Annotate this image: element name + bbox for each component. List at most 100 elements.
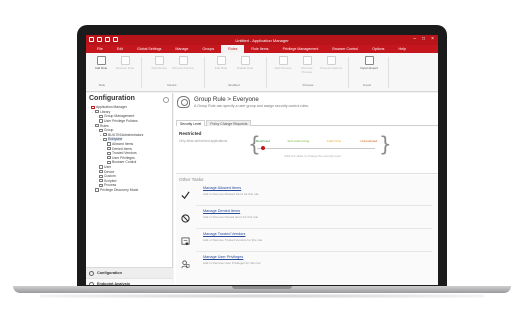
ribbon-button-label: Remove Rule (115, 66, 135, 70)
page-subtitle: A Group Rule can specify a user group an… (194, 104, 310, 108)
ribbon-button-label: Remove Process (301, 66, 313, 74)
task-link[interactable]: Manage Trusted Vendors (203, 232, 245, 236)
tree-node-label: Trusted Vendors (112, 151, 137, 156)
menu-item-rules[interactable]: Rules (221, 45, 245, 53)
menu-item-browser-control[interactable]: Browser Control (325, 45, 365, 53)
ribbon-button-add-rule[interactable]: Add Rule (90, 56, 112, 80)
remove-process-icon (302, 56, 312, 65)
security-level-heading: Restricted (179, 131, 202, 136)
tree-node-label: User (104, 165, 112, 170)
task-link[interactable]: Manage User Privileges (203, 255, 243, 259)
denied-items-icon (107, 147, 111, 151)
tree-node-label: Rules (100, 123, 109, 128)
security-slider-knob[interactable] (261, 146, 265, 150)
ribbon-button-process-options[interactable]: Process Options (320, 56, 342, 80)
ribbon-group-process: Process (302, 83, 314, 87)
tree-node-privilege-discovery-mode[interactable]: Privilege Discovery Mode (88, 188, 172, 193)
security-level-unrestricted[interactable]: Unrestricted (361, 139, 378, 143)
ribbon-button-remove-rule[interactable]: Remove Rule (114, 56, 136, 80)
ribbon-button-enable-rule[interactable]: Enable Rule (234, 56, 256, 80)
laptop-base-notch (232, 286, 292, 289)
config-tree: - Application Manager - Library Group Manage… (88, 105, 172, 192)
ribbon-button-import-export[interactable]: Import Export (358, 56, 380, 80)
menu-item-help[interactable]: Help (391, 45, 412, 53)
menu-item-file[interactable]: File (90, 45, 110, 53)
tree-node-label: User Privilege Policies (104, 119, 138, 124)
privilege-discovery-mode-icon (95, 188, 99, 192)
menu-item-options[interactable]: Options (365, 45, 391, 53)
left-brace-icon: { (248, 132, 261, 156)
security-level-restricted[interactable]: Restricted (256, 139, 270, 143)
page-title: Group Rule > Everyone (194, 96, 259, 103)
task-description: Add or Remove Allowed Items for this rul… (203, 192, 259, 196)
maximize-button[interactable]: □ (422, 37, 425, 42)
task-link[interactable]: Manage Denied Items (203, 209, 240, 213)
ribbon-separator (141, 57, 142, 88)
security-level-description: Only allow authorized applications (179, 139, 228, 143)
ribbon-button-label: Remove Device (172, 66, 194, 70)
add-device-icon (154, 56, 164, 65)
task-separator (196, 251, 432, 252)
task-description: Add or Remove Trusted Vendors for this r… (203, 238, 263, 242)
rules-icon (95, 124, 99, 128)
ribbon-separator (348, 57, 349, 88)
nav-options-icon[interactable] (163, 97, 169, 103)
menu-item-manage[interactable]: Manage (168, 45, 195, 53)
nav-link-label: Configuration (97, 271, 122, 275)
close-button[interactable]: × (431, 37, 434, 42)
tree-node-label: Process (104, 183, 117, 188)
window-controls: – □ × (413, 37, 434, 42)
menu-item-privilege-management[interactable]: Privilege Management (276, 45, 326, 53)
tree-node-label: User Privileges (112, 155, 135, 160)
task-manage-trusted-vendors: Manage Trusted Vendors Add or Remove Trus… (179, 230, 435, 250)
security-slider-track[interactable] (257, 148, 375, 149)
tree-node-label: Application Manager (96, 105, 127, 110)
tree-node-label: Group (104, 128, 114, 133)
minimize-button[interactable]: – (413, 37, 416, 42)
task-description: Add or Remove Denied Items for this rule (203, 215, 259, 219)
task-link[interactable]: Manage Allowed Items (203, 186, 241, 190)
ribbon-button-remove-device[interactable]: Remove Device (172, 56, 194, 80)
main-content: Group Rule > Everyone A Group Rule can s… (174, 93, 438, 285)
menu-item-groups[interactable]: Groups (195, 45, 221, 53)
add-process-icon (278, 56, 288, 65)
group-management-icon (99, 114, 103, 119)
group-icon (99, 128, 103, 132)
ribbon-button-add-process[interactable]: Add Process (272, 56, 294, 80)
security-level-self-authorizing[interactable]: Self-Authorizing (287, 139, 309, 143)
group-rule-icon (177, 96, 190, 108)
nav-link-label: Endpoint Analysis (97, 282, 130, 285)
menu-item-rule-items[interactable]: Rule Items (244, 45, 275, 53)
menu-item-edit[interactable]: Edit (110, 45, 130, 53)
security-level-audit-only[interactable]: Audit Only (327, 139, 341, 143)
remove-device-icon (178, 56, 188, 65)
certificate-icon (181, 233, 190, 246)
task-description: Add or Remove User Privileges for this r… (203, 261, 261, 265)
task-separator (196, 228, 432, 229)
other-tasks-title: Other Tasks (179, 177, 204, 182)
nav-title: Configuration (89, 95, 135, 102)
ribbon: Add Rule Remove Rule Add Device Remove Devi… (86, 53, 438, 92)
ribbon-button-label: Edit Rule (214, 66, 228, 70)
nav-link-endpoint-analysis[interactable]: Endpoint Analysis (86, 279, 173, 285)
browser-control-icon (107, 160, 111, 165)
task-separator (196, 205, 432, 206)
ribbon-group-device: Device (167, 83, 177, 87)
task-manage-allowed-items: Manage Allowed Items Add or Remove Allowe… (179, 184, 435, 204)
library-icon (95, 110, 99, 114)
navigation-pane: Configuration - Application Manager - Libra… (86, 93, 173, 285)
edit-rule-icon (216, 56, 226, 65)
nav-link-configuration[interactable]: Configuration (86, 268, 173, 279)
ribbon-button-remove-process[interactable]: Remove Process (296, 56, 318, 80)
tree-node-label: Privilege Discovery Mode (100, 187, 139, 192)
right-brace-icon: } (379, 132, 392, 156)
other-tasks-panel: Other Tasks Manage Allowed Items Add or R… (176, 175, 438, 285)
menu-item-global-settings[interactable]: Global Settings (130, 45, 168, 53)
slider-hint: Click the slider to change the security … (284, 154, 341, 158)
add-rule-icon (96, 56, 106, 65)
ribbon-button-edit-rule[interactable]: Edit Rule (210, 56, 232, 80)
tree-node-label: Browser Control (112, 160, 137, 165)
no-entry-icon (181, 210, 190, 223)
scripted-icon (99, 179, 103, 183)
ribbon-button-add-device[interactable]: Add Device (148, 56, 170, 80)
